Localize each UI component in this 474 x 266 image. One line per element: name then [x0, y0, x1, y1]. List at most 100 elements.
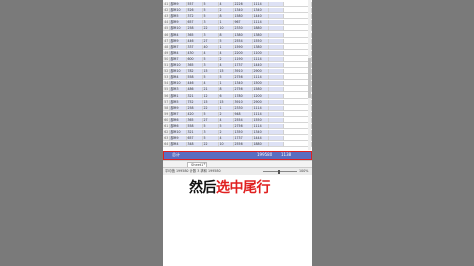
table-cell[interactable]: 365 [187, 117, 203, 123]
table-cell[interactable] [269, 81, 284, 87]
table-cell[interactable]: 2330 [234, 105, 253, 111]
table-cell[interactable]: 12 [203, 93, 219, 99]
table-cell[interactable]: 430 [187, 50, 203, 56]
table-cell[interactable]: 1380 [253, 32, 269, 38]
table-cell[interactable]: 4 [219, 63, 234, 68]
table-cell[interactable]: 948 [234, 111, 253, 117]
table-cell[interactable]: 部M7 [170, 56, 187, 62]
table-cell[interactable]: 5 [203, 56, 219, 62]
table-cell[interactable]: 782 [187, 69, 203, 75]
table-cell[interactable]: 15 [203, 99, 219, 105]
table-cell[interactable] [269, 8, 284, 14]
row-header[interactable]: 53 [163, 75, 170, 81]
table-cell[interactable]: 部M4 [170, 50, 187, 56]
table-cell[interactable]: 2330 [234, 26, 253, 32]
table-cell[interactable]: 365 [187, 32, 203, 38]
scrollbar-thumb[interactable] [308, 58, 311, 98]
table-cell[interactable]: 420 [187, 111, 203, 117]
table-cell[interactable]: 1880 [253, 142, 269, 148]
table-cell[interactable] [269, 44, 284, 50]
table-cell[interactable] [269, 50, 284, 56]
table-cell[interactable]: 部M7 [170, 111, 187, 117]
table-cell[interactable]: 1590 [234, 44, 253, 50]
table-row[interactable]: 60 部M6 365 27 4 2554 1550 [163, 117, 312, 123]
table-row[interactable]: 63 部M9 657 5 4 1737 1444 [163, 136, 312, 142]
table-row[interactable]: 44 部M9 657 3 1 967 1114 [163, 20, 312, 26]
table-row[interactable]: 51 部M10 365 3 4 1737 1440 [163, 63, 312, 68]
row-header[interactable]: 60 [163, 117, 170, 123]
table-row[interactable]: 54 部M10 446 4 1 1340 1500 [163, 81, 312, 87]
table-cell[interactable]: 1200 [253, 93, 269, 99]
table-cell[interactable] [269, 87, 284, 93]
table-cell[interactable]: 486 [187, 87, 203, 93]
table-cell[interactable]: 15 [219, 99, 234, 105]
table-cell[interactable] [269, 111, 284, 117]
table-cell[interactable]: 部M9 [170, 136, 187, 142]
zoom-slider-handle[interactable] [278, 169, 280, 174]
table-cell[interactable]: 部M10 [170, 81, 187, 87]
table-cell[interactable]: 1880 [253, 26, 269, 32]
table-cell[interactable]: 4 [219, 117, 234, 123]
spreadsheet-grid[interactable]: 41 部M9 557 5 4 2226 1114 42 部M10 526 5 2 1340 1340 43 部… [163, 0, 312, 158]
row-header[interactable]: 52 [163, 69, 170, 75]
table-cell[interactable]: 752 [187, 99, 203, 105]
table-cell[interactable]: 2556 [234, 142, 253, 148]
table-cell[interactable]: 3910 [234, 99, 253, 105]
table-cell[interactable]: 部M5 [170, 14, 187, 20]
table-cell[interactable] [269, 38, 284, 44]
table-cell[interactable]: 657 [187, 136, 203, 142]
table-cell[interactable] [269, 63, 284, 68]
table-cell[interactable]: 1350 [234, 130, 253, 136]
table-cell[interactable]: 446 [187, 38, 203, 44]
table-cell[interactable]: 27 [203, 38, 219, 44]
table-cell[interactable]: 27 [203, 117, 219, 123]
table-cell[interactable]: 2554 [234, 38, 253, 44]
table-cell[interactable]: 2 [219, 56, 234, 62]
table-cell[interactable]: 5 [219, 124, 234, 129]
row-header[interactable]: 61 [163, 124, 170, 129]
table-cell[interactable]: 5 [219, 38, 234, 44]
zoom-slider[interactable] [263, 171, 297, 172]
table-cell[interactable]: 8 [219, 32, 234, 38]
table-cell[interactable]: 526 [187, 8, 203, 14]
table-cell[interactable]: 8 [219, 14, 234, 20]
table-cell[interactable]: 1500 [253, 81, 269, 87]
table-cell[interactable] [269, 75, 284, 81]
table-row[interactable]: 46 部M4 365 3 8 1380 1380 [163, 32, 312, 38]
table-cell[interactable]: 10 [219, 26, 234, 32]
table-cell[interactable]: 337 [187, 44, 203, 50]
table-cell[interactable]: 8 [219, 87, 234, 93]
table-cell[interactable]: 5 [203, 14, 219, 20]
row-header[interactable]: 50 [163, 56, 170, 62]
table-cell[interactable]: 557 [187, 2, 203, 7]
table-cell[interactable]: 3 [203, 20, 219, 26]
table-cell[interactable]: 1100 [253, 50, 269, 56]
table-cell[interactable]: 2756 [234, 87, 253, 93]
table-cell[interactable]: 4 [203, 81, 219, 87]
table-cell[interactable]: 部M10 [170, 63, 187, 68]
table-cell[interactable]: 22 [203, 105, 219, 111]
table-cell[interactable]: 1340 [253, 130, 269, 136]
table-cell[interactable]: 1440 [253, 14, 269, 20]
table-cell[interactable]: 1380 [234, 32, 253, 38]
row-header[interactable]: 59 [163, 111, 170, 117]
table-cell[interactable]: 部M10 [170, 8, 187, 14]
row-header[interactable]: 58 [163, 105, 170, 111]
table-row[interactable]: 45 部M10 258 22 10 2330 1880 [163, 26, 312, 32]
table-cell[interactable]: 5 [203, 2, 219, 7]
table-cell[interactable]: 5 [219, 75, 234, 81]
table-cell[interactable]: 1114 [253, 2, 269, 7]
table-cell[interactable]: 1340 [253, 8, 269, 14]
table-cell[interactable]: 22 [203, 142, 219, 148]
table-cell[interactable]: 1 [219, 105, 234, 111]
table-cell[interactable]: 部M1 [170, 93, 187, 99]
table-cell[interactable]: 部M4 [170, 75, 187, 81]
row-header[interactable]: 46 [163, 32, 170, 38]
table-row[interactable]: 64 部M4 348 22 10 2556 1880 [163, 142, 312, 148]
table-cell[interactable]: 600 [187, 56, 203, 62]
table-cell[interactable]: 3 [203, 63, 219, 68]
table-cell[interactable]: 部M9 [170, 2, 187, 7]
table-cell[interactable]: 1114 [253, 20, 269, 26]
table-cell[interactable]: 15 [219, 69, 234, 75]
table-cell[interactable]: 部M4 [170, 32, 187, 38]
